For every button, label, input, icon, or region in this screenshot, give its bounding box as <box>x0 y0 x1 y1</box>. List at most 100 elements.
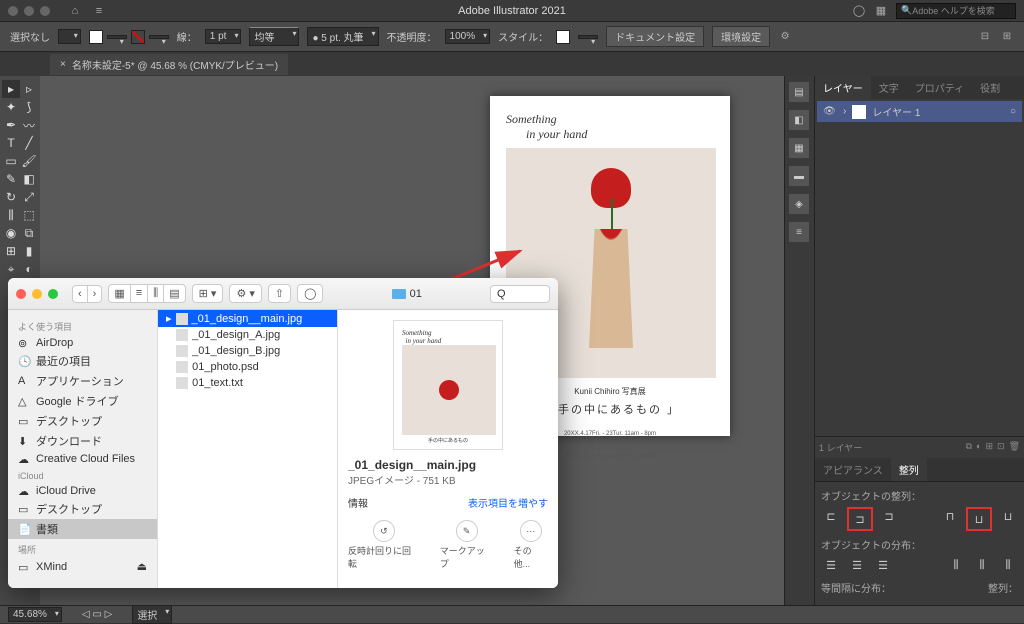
tags-button[interactable]: ◯ <box>297 284 323 303</box>
selection-info[interactable]: 選択 <box>132 605 172 624</box>
tab-roles[interactable]: 役割 <box>972 76 1008 99</box>
sidebar-downloads[interactable]: ⬇ダウンロード <box>8 431 157 451</box>
sidebar-desktop-2[interactable]: ▭デスクトップ <box>8 499 157 519</box>
help-search[interactable]: 🔍 Adobe ヘルプを検索 <box>896 3 1016 19</box>
blend-tool[interactable]: ◐ <box>20 260 38 278</box>
align-vcenter-icon[interactable]: ⊔ <box>969 510 989 528</box>
dock-brushes-icon[interactable]: ▬ <box>789 166 809 186</box>
free-transform-tool[interactable]: ⬚ <box>20 206 38 224</box>
dist-bottom-icon[interactable]: ☰ <box>873 556 893 574</box>
fill-swatch[interactable] <box>89 30 103 44</box>
align-hcenter-icon[interactable]: ⊐ <box>850 510 870 528</box>
file-row[interactable]: _01_design_A.jpg <box>158 327 337 343</box>
opacity-value[interactable]: 100% <box>445 29 491 44</box>
window-controls[interactable] <box>8 6 50 16</box>
view-buttons[interactable]: ▦≡⫼▤ <box>108 284 185 303</box>
new-layer-icon[interactable]: ⊡ <box>997 441 1005 454</box>
rectangle-tool[interactable]: ▭ <box>2 152 20 170</box>
visibility-icon[interactable]: 👁 <box>823 106 837 117</box>
locate-icon[interactable]: ⧉ <box>966 441 972 454</box>
sidebar-gdrive[interactable]: △Google ドライブ <box>8 391 157 411</box>
delete-layer-icon[interactable]: 🗑 <box>1009 441 1020 454</box>
scale-tool[interactable]: ⤢ <box>20 188 38 206</box>
sidebar-iclouddrive[interactable]: ☁iCloud Drive <box>8 483 157 499</box>
align-icon[interactable]: ⊟ <box>978 30 992 44</box>
eyedropper-tool[interactable]: ⌖ <box>2 260 20 278</box>
dist-left-icon[interactable]: ⫼ <box>946 556 966 574</box>
target-icon[interactable]: ○ <box>1010 106 1016 117</box>
mesh-tool[interactable]: ⊞ <box>2 242 20 260</box>
dist-top-icon[interactable]: ☰ <box>821 556 841 574</box>
align-bottom-icon[interactable]: ⊔ <box>998 507 1018 525</box>
file-row[interactable]: ▸ _01_design__main.jpg <box>158 310 337 327</box>
direct-selection-tool[interactable]: ▹ <box>20 80 38 98</box>
rotate-action[interactable]: ↺反時計回りに回転 <box>348 520 420 570</box>
more-action[interactable]: ⋯その他... <box>514 520 548 570</box>
markup-action[interactable]: ✎マークアップ <box>440 520 494 570</box>
stroke-dropdown[interactable] <box>149 35 169 39</box>
curvature-tool[interactable]: 〰 <box>20 116 38 134</box>
home-icon[interactable]: ⌂ <box>68 4 82 18</box>
sidebar-xmind[interactable]: ▭XMind⏏ <box>8 558 157 575</box>
dock-stroke-icon[interactable]: ≡ <box>789 222 809 242</box>
finder-window-controls[interactable] <box>16 289 58 299</box>
perspective-tool[interactable]: ⧉ <box>20 224 38 242</box>
sidebar-recents[interactable]: 🕓最近の項目 <box>8 351 157 371</box>
sidebar-ccfiles[interactable]: ☁Creative Cloud Files <box>8 451 157 467</box>
lasso-tool[interactable]: ⟆ <box>20 98 38 116</box>
dock-symbols-icon[interactable]: ◈ <box>789 194 809 214</box>
selection-tool[interactable]: ▸ <box>2 80 20 98</box>
dock-properties-icon[interactable]: ▤ <box>789 82 809 102</box>
dist-hcenter-icon[interactable]: ⫼ <box>972 556 992 574</box>
style-dropdown[interactable] <box>578 35 598 39</box>
workspace-icon[interactable]: ▦ <box>874 4 888 18</box>
preview-show-more[interactable]: 表示項目を増やす <box>468 495 548 510</box>
eraser-tool[interactable]: ◧ <box>20 170 38 188</box>
layer-row[interactable]: 👁 › レイヤー 1 ○ <box>817 101 1022 122</box>
dist-right-icon[interactable]: ⫼ <box>998 556 1018 574</box>
stroke-swatch[interactable] <box>131 30 145 44</box>
doc-settings-button[interactable]: ドキュメント設定 <box>606 26 704 47</box>
menu-icon[interactable]: ≡ <box>92 4 106 18</box>
tab-align[interactable]: 整列 <box>891 458 927 481</box>
mask-icon[interactable]: ◐ <box>976 441 981 454</box>
type-tool[interactable]: T <box>2 134 20 152</box>
align-right-icon[interactable]: ⊐ <box>879 507 899 525</box>
file-row[interactable]: 01_photo.psd <box>158 359 337 375</box>
tab-properties[interactable]: プロパティ <box>907 76 972 99</box>
prefs-button[interactable]: 環境設定 <box>712 26 770 47</box>
align-top-icon[interactable]: ⊓ <box>940 507 960 525</box>
maximize-icon[interactable] <box>40 6 50 16</box>
close-tab-icon[interactable]: × <box>60 59 66 70</box>
zoom-level[interactable]: 45.68% <box>8 607 62 622</box>
finder-window[interactable]: ‹› ▦≡⫼▤ ⊞ ▾ ⚙ ▾ ⇧ ◯ 01 Q よく使う項目 ⊚AirDrop… <box>8 278 558 588</box>
stroke-weight[interactable]: 1 pt <box>205 29 242 44</box>
selection-dropdown[interactable] <box>58 29 81 44</box>
fill-dropdown[interactable] <box>107 35 127 39</box>
tab-appearance[interactable]: アピアランス <box>815 458 891 481</box>
tab-type[interactable]: 文字 <box>871 76 907 99</box>
brush-def[interactable]: ● 5 pt. 丸筆 <box>307 27 378 46</box>
align2-icon[interactable]: ⊞ <box>1000 30 1014 44</box>
sidebar-apps[interactable]: Aアプリケーション <box>8 371 157 391</box>
sidebar-airdrop[interactable]: ⊚AirDrop <box>8 335 157 351</box>
line-tool[interactable]: ╱ <box>20 134 38 152</box>
pen-tool[interactable]: ✒ <box>2 116 20 134</box>
expand-icon[interactable]: › <box>843 106 846 117</box>
shaper-tool[interactable]: ✎ <box>2 170 20 188</box>
action-button[interactable]: ⚙ ▾ <box>229 284 261 303</box>
stroke-profile[interactable]: 均等 <box>249 27 299 46</box>
share-button[interactable]: ⇧ <box>268 284 291 303</box>
tab-layers[interactable]: レイヤー <box>815 76 871 99</box>
nav-buttons[interactable]: ‹› <box>72 285 102 303</box>
user-icon[interactable]: ◯ <box>852 4 866 18</box>
document-tab[interactable]: × 名称未設定-5* @ 45.68 % (CMYK/プレビュー) <box>50 54 288 75</box>
file-row[interactable]: 01_text.txt <box>158 375 337 391</box>
dist-vcenter-icon[interactable]: ☰ <box>847 556 867 574</box>
artboard-nav-icon[interactable]: ◁ ▭ ▷ <box>82 609 112 620</box>
align-left-icon[interactable]: ⊏ <box>821 507 841 525</box>
brush-tool[interactable]: 🖌 <box>20 152 38 170</box>
sidebar-documents[interactable]: 📄書類 <box>8 519 157 539</box>
prefs-icon[interactable]: ⚙ <box>778 30 792 44</box>
width-tool[interactable]: ⫼ <box>2 206 20 224</box>
